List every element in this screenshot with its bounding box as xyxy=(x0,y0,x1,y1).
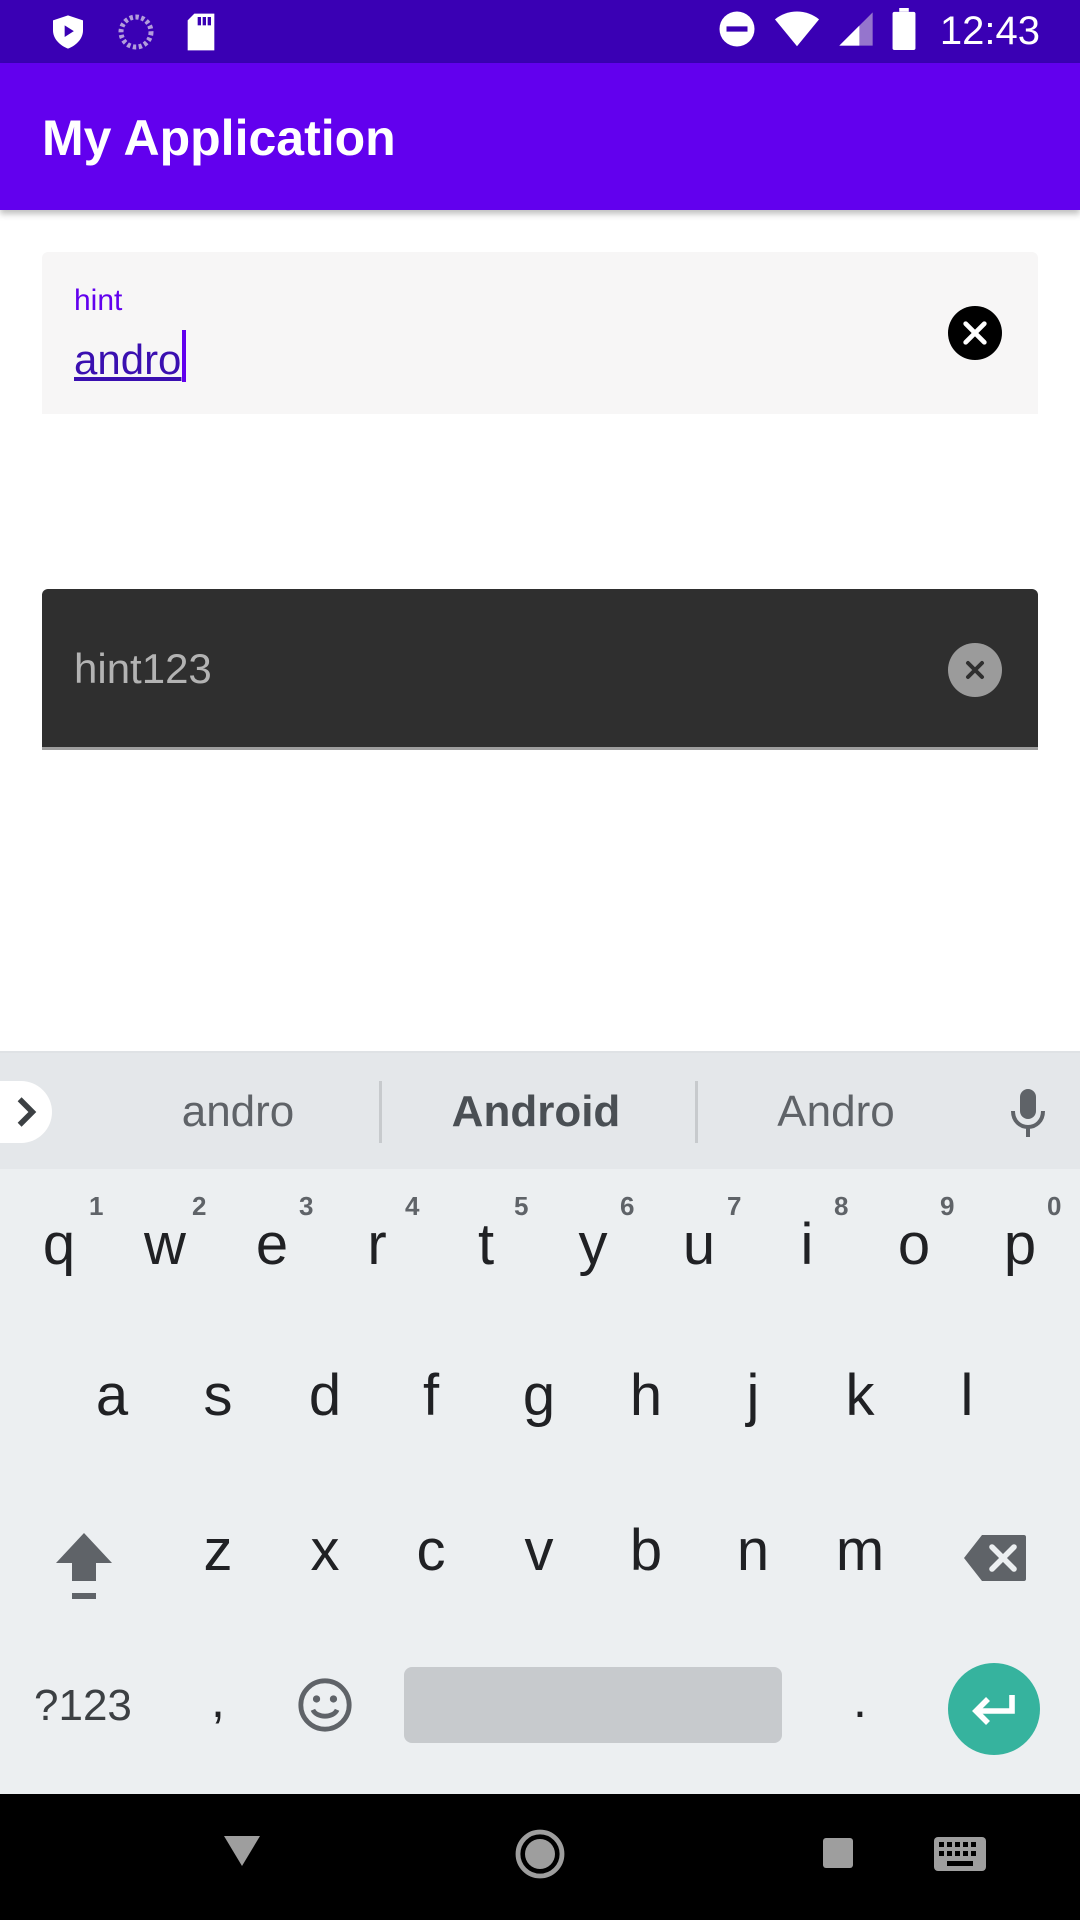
key-n[interactable]: n xyxy=(708,1517,798,1584)
suggestion-divider xyxy=(379,1081,382,1143)
key-hint-2: 2 xyxy=(192,1191,207,1221)
key-k[interactable]: k xyxy=(815,1362,905,1429)
key-hint-0: 0 xyxy=(1047,1191,1062,1221)
sync-icon xyxy=(116,12,156,57)
key-hint-9: 9 xyxy=(940,1191,955,1221)
key-comma[interactable]: , xyxy=(173,1671,263,1729)
key-a[interactable]: a xyxy=(67,1362,157,1429)
key-hint-3: 3 xyxy=(299,1191,314,1221)
symbols-key[interactable]: ?123 xyxy=(34,1681,132,1731)
app-bar: My Application xyxy=(0,63,1080,210)
sd-card-icon xyxy=(184,12,218,57)
backspace-key[interactable] xyxy=(962,1533,1028,1588)
key-x[interactable]: x xyxy=(280,1517,370,1584)
key-h[interactable]: h xyxy=(601,1362,691,1429)
chevron-right-icon xyxy=(17,1097,37,1127)
text-field-1-label: hint xyxy=(74,284,123,317)
key-z[interactable]: z xyxy=(173,1517,263,1584)
key-c[interactable]: c xyxy=(386,1517,476,1584)
app-title: My Application xyxy=(42,110,396,166)
space-bar[interactable] xyxy=(404,1667,782,1743)
key-g[interactable]: g xyxy=(494,1362,584,1429)
key-hint-8: 8 xyxy=(834,1191,849,1221)
do-not-disturb-icon xyxy=(716,8,758,55)
emoji-key[interactable] xyxy=(296,1676,354,1739)
backspace-icon xyxy=(964,1535,1026,1581)
key-hint-6: 6 xyxy=(620,1191,635,1221)
key-l[interactable]: l xyxy=(922,1362,1012,1429)
key-m[interactable]: m xyxy=(815,1517,905,1584)
status-bar: 12:43 xyxy=(0,0,1080,63)
expand-suggestions-button[interactable] xyxy=(0,1081,52,1143)
text-field-1-value: andro xyxy=(74,336,182,383)
home-circle-icon xyxy=(515,1829,565,1879)
key-f[interactable]: f xyxy=(386,1362,476,1429)
suggestion-2[interactable]: Android xyxy=(386,1087,686,1137)
signal-icon xyxy=(836,9,876,54)
text-field-1[interactable]: hint andro xyxy=(42,252,1038,414)
key-s[interactable]: s xyxy=(173,1362,263,1429)
keyboard-icon xyxy=(934,1837,986,1871)
text-field-1-input[interactable]: andro xyxy=(74,330,187,384)
microphone-icon[interactable] xyxy=(1006,1087,1050,1144)
shift-key[interactable] xyxy=(52,1529,116,1608)
wifi-icon xyxy=(774,9,820,54)
key-hint-5: 5 xyxy=(514,1191,529,1221)
recents-square-icon xyxy=(823,1838,853,1868)
back-triangle-icon xyxy=(224,1836,260,1866)
key-b[interactable]: b xyxy=(601,1517,691,1584)
clear-text-button-1[interactable] xyxy=(948,306,1002,360)
key-period[interactable]: . xyxy=(815,1671,905,1729)
soft-keyboard: andro Android Andro q w e r t y u i o p … xyxy=(0,1051,1080,1794)
recents-button[interactable] xyxy=(821,1836,855,1875)
emoji-icon xyxy=(298,1678,352,1732)
status-time: 12:43 xyxy=(939,9,1040,53)
home-button[interactable] xyxy=(514,1828,566,1885)
key-j[interactable]: j xyxy=(708,1362,798,1429)
key-d[interactable]: d xyxy=(280,1362,370,1429)
key-hint-7: 7 xyxy=(727,1191,742,1221)
text-field-2-hint: hint123 xyxy=(74,645,212,692)
close-icon xyxy=(963,321,987,345)
play-protect-icon xyxy=(48,12,88,57)
clear-text-button-2[interactable] xyxy=(948,643,1002,697)
text-field-2[interactable]: hint123 xyxy=(42,589,1038,750)
text-cursor xyxy=(182,330,187,382)
back-button[interactable] xyxy=(222,1834,262,1873)
suggestion-3[interactable]: Andro xyxy=(686,1087,986,1137)
key-hint-4: 4 xyxy=(405,1191,420,1221)
shift-icon xyxy=(56,1533,112,1599)
key-hint-1: 1 xyxy=(89,1191,104,1221)
keyboard-switch-button[interactable] xyxy=(933,1836,987,1877)
navigation-bar xyxy=(0,1794,1080,1920)
key-v[interactable]: v xyxy=(494,1517,584,1584)
enter-key[interactable] xyxy=(948,1663,1040,1755)
suggestion-strip: andro Android Andro xyxy=(0,1051,1080,1169)
battery-icon xyxy=(892,8,916,55)
close-icon xyxy=(966,661,984,679)
enter-icon xyxy=(972,1695,1015,1725)
suggestion-1[interactable]: andro xyxy=(88,1087,388,1137)
